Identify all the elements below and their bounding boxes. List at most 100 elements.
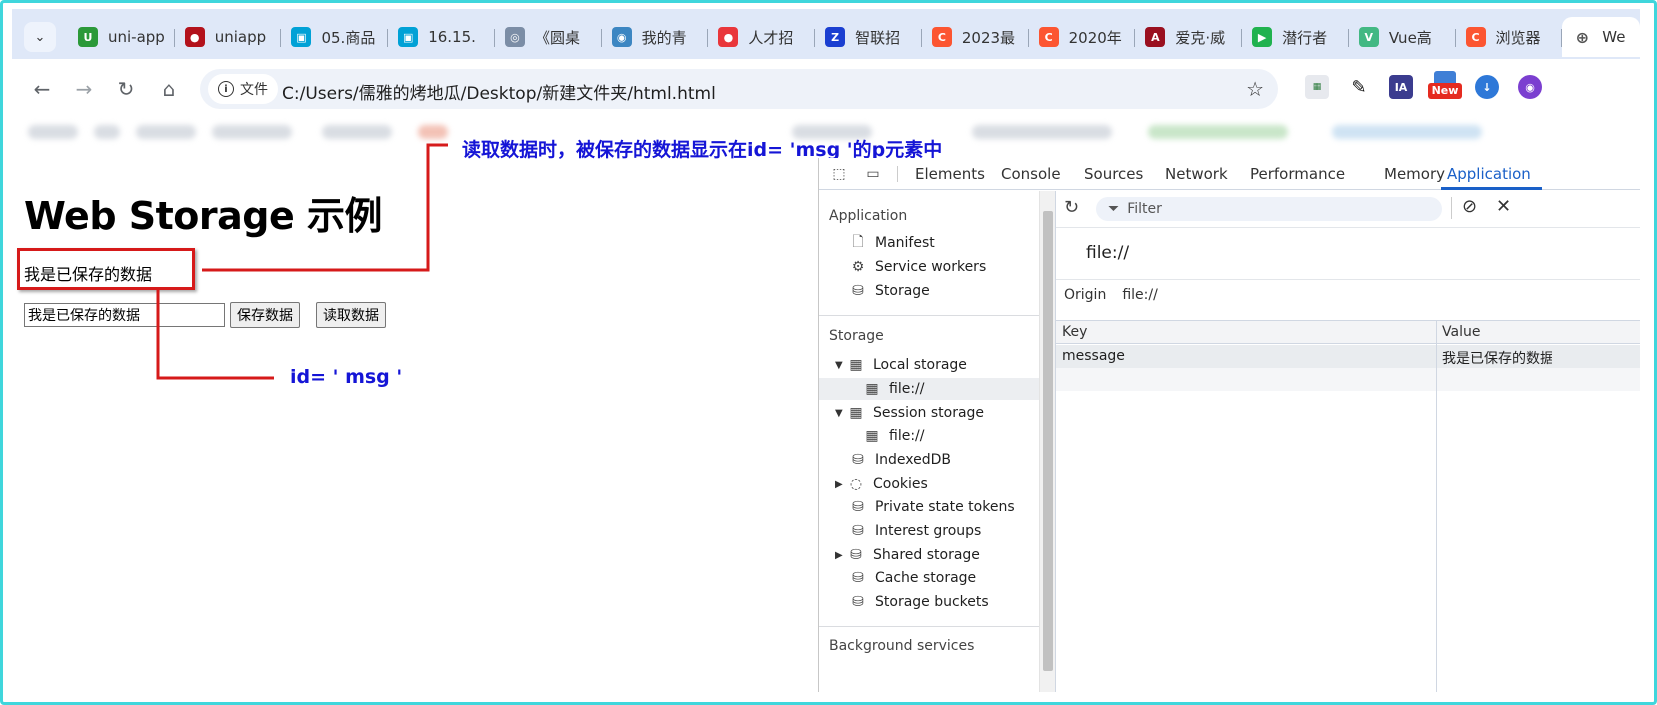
sidebar-item-cache-storage[interactable]: ⛁ Cache storage bbox=[849, 567, 976, 589]
gears-icon: ⚙ bbox=[851, 259, 865, 275]
sidebar-scrollbar[interactable] bbox=[1039, 191, 1055, 692]
browser-tab[interactable]: ▶ 潜行者 bbox=[1242, 17, 1349, 57]
devtools-tab-elements[interactable]: Elements bbox=[915, 165, 985, 183]
sidebar-section-application: Application bbox=[829, 208, 908, 224]
annotation-lines bbox=[156, 143, 448, 380]
sidebar-item-local-storage[interactable]: ▼ ▦ Local storage bbox=[835, 354, 967, 376]
devtools-tab-network[interactable]: Network bbox=[1165, 165, 1228, 183]
divider bbox=[1056, 227, 1640, 228]
bookmark-star-icon[interactable]: ☆ bbox=[1246, 77, 1264, 101]
database-icon: ⛁ bbox=[852, 594, 864, 610]
database-icon: ⛁ bbox=[852, 523, 864, 539]
sidebar-item-storage-overview[interactable]: ⛁ Storage bbox=[849, 280, 930, 302]
devtools-tab-performance[interactable]: Performance bbox=[1250, 165, 1345, 183]
extension-eyedropper-icon[interactable]: ✎ bbox=[1347, 75, 1371, 99]
inspect-element-icon[interactable]: ⬚ bbox=[829, 165, 849, 183]
browser-tab[interactable]: C 2020年 bbox=[1029, 17, 1136, 57]
annotation-line-top bbox=[202, 143, 448, 272]
tab-label: 浏览器 bbox=[1495, 28, 1541, 47]
sidebar-item-cookies[interactable]: ▶ ◌ Cookies bbox=[835, 473, 928, 495]
table-icon: ▦ bbox=[865, 381, 879, 397]
sidebar-item-manifest[interactable]: 🗋 Manifest bbox=[849, 232, 935, 254]
tab-label: 2020年 bbox=[1068, 28, 1122, 47]
csdn-icon: C bbox=[931, 27, 952, 47]
devtools-tab-console[interactable]: Console bbox=[1001, 165, 1061, 183]
table-header: Key Value bbox=[1056, 320, 1640, 344]
sidebar-item-label: Local storage bbox=[873, 357, 967, 373]
application-sidebar: Application 🗋 Manifest ⚙ Service workers ⛁… bbox=[819, 191, 1039, 692]
bookmark-blur bbox=[972, 125, 1112, 139]
filter-placeholder: Filter bbox=[1127, 201, 1162, 217]
sidebar-item-shared-storage[interactable]: ▶ ⛁ Shared storage bbox=[835, 544, 980, 566]
sidebar-section-storage: Storage bbox=[829, 328, 884, 344]
cookie-icon: ◌ bbox=[849, 476, 863, 492]
browser-window: ⌄ Uuni-app ● uniapp ▣ 05.商品 ▣ 16.15. ◎ 《圆桌 ◉ 我的青 ● 人… bbox=[12, 9, 1640, 692]
scrollbar-thumb[interactable] bbox=[1043, 211, 1053, 671]
tab-label: We bbox=[1602, 28, 1626, 46]
active-tab-underline bbox=[1441, 187, 1542, 190]
toolbar-divider bbox=[897, 166, 898, 182]
divider bbox=[1056, 279, 1640, 280]
expanded-arrow-icon[interactable]: ▼ bbox=[835, 360, 847, 371]
extension-color-icon[interactable]: ◉ bbox=[1518, 75, 1542, 99]
column-separator bbox=[1436, 320, 1437, 692]
aida-icon: A bbox=[1145, 27, 1166, 47]
browser-tab-active[interactable]: ⊕ We bbox=[1562, 17, 1640, 57]
screenshot-frame: ⌄ Uuni-app ● uniapp ▣ 05.商品 ▣ 16.15. ◎ 《圆桌 ◉ 我的青 ● 人… bbox=[0, 0, 1657, 705]
play-icon: ▶ bbox=[1252, 27, 1273, 47]
table-icon: ▦ bbox=[865, 428, 879, 444]
refresh-icon[interactable]: ↻ bbox=[1064, 197, 1079, 218]
collapsed-arrow-icon[interactable]: ▶ bbox=[835, 550, 847, 561]
sidebar-item-label: Session storage bbox=[873, 405, 985, 421]
table-row-empty[interactable] bbox=[1056, 368, 1640, 391]
sidebar-item-service-workers[interactable]: ⚙ Service workers bbox=[849, 256, 987, 278]
sidebar-item-session-storage-file[interactable]: ▦ file:// bbox=[863, 425, 924, 447]
delete-selected-icon[interactable]: ✕ bbox=[1496, 196, 1511, 217]
browser-tab[interactable]: A 爱克·威 bbox=[1135, 17, 1242, 57]
extension-calendar-icon[interactable]: ▦ bbox=[1305, 75, 1329, 99]
sidebar-divider bbox=[819, 315, 1039, 316]
table-icon: ▦ bbox=[849, 357, 863, 373]
sidebar-item-label: Interest groups bbox=[875, 523, 982, 539]
document-icon: 🗋 bbox=[852, 234, 864, 250]
browser-tab[interactable]: C 2023最 bbox=[922, 17, 1029, 57]
devtools-tab-sources[interactable]: Sources bbox=[1084, 165, 1143, 183]
extension-download-icon[interactable]: ↓ bbox=[1475, 75, 1499, 99]
database-icon: ⛁ bbox=[852, 570, 864, 586]
sidebar-item-label: Cookies bbox=[873, 476, 928, 492]
new-badge: New bbox=[1428, 83, 1462, 99]
sidebar-item-interest-groups[interactable]: ⛁ Interest groups bbox=[849, 520, 981, 542]
origin-title: file:// bbox=[1086, 243, 1130, 263]
collapsed-arrow-icon[interactable]: ▶ bbox=[835, 479, 847, 490]
devtools-tab-application[interactable]: Application bbox=[1447, 165, 1531, 183]
browser-tab[interactable]: C 浏览器 bbox=[1456, 17, 1563, 57]
sidebar-item-label: Manifest bbox=[875, 235, 935, 251]
sidebar-item-label: Storage bbox=[875, 283, 930, 299]
expanded-arrow-icon[interactable]: ▼ bbox=[835, 408, 847, 419]
csdn-icon: C bbox=[1038, 27, 1059, 47]
storage-view: ↻ ⏷ Filter ⊘ ✕ file:// Origin file:// Key … bbox=[1055, 191, 1640, 692]
table-row[interactable]: message 我是已保存的数据 bbox=[1056, 345, 1640, 368]
sidebar-item-session-storage[interactable]: ▼ ▦ Session storage bbox=[835, 402, 984, 424]
globe-icon: ⊕ bbox=[1575, 27, 1589, 47]
device-toolbar-icon[interactable]: ▭ bbox=[863, 165, 883, 183]
sidebar-item-label: Shared storage bbox=[873, 547, 980, 563]
row-key: message bbox=[1062, 348, 1125, 364]
browser-tab[interactable]: V Vue高 bbox=[1349, 17, 1456, 57]
sidebar-item-label: file:// bbox=[889, 381, 925, 397]
devtools-tab-bar: ⬚ ▭ Elements Console Sources Network Perform… bbox=[819, 158, 1640, 190]
filter-input[interactable]: ⏷ Filter bbox=[1096, 197, 1442, 221]
extension-ia-icon[interactable]: IA bbox=[1389, 75, 1413, 99]
devtools-tab-memory[interactable]: Memory bbox=[1384, 165, 1445, 183]
sidebar-item-local-storage-file[interactable]: ▦ file:// bbox=[819, 378, 1039, 400]
sidebar-item-indexeddb[interactable]: ⛁ IndexedDB bbox=[849, 449, 951, 471]
filter-icon: ⏷ bbox=[1108, 201, 1120, 217]
annotation-bottom: id= ' msg ' bbox=[290, 366, 403, 388]
column-header-value[interactable]: Value bbox=[1442, 324, 1480, 340]
sidebar-item-label: Service workers bbox=[875, 259, 987, 275]
clear-all-icon[interactable]: ⊘ bbox=[1462, 196, 1477, 217]
sidebar-item-private-state-tokens[interactable]: ⛁ Private state tokens bbox=[849, 496, 1015, 518]
sidebar-item-storage-buckets[interactable]: ⛁ Storage buckets bbox=[849, 591, 989, 613]
extension-new-icon[interactable]: New bbox=[1428, 71, 1462, 101]
column-header-key[interactable]: Key bbox=[1062, 324, 1087, 340]
